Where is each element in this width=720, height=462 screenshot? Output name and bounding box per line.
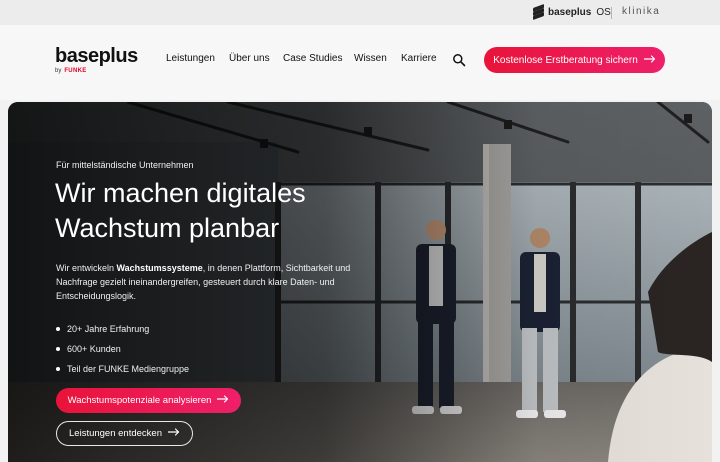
bullet-text: Teil der FUNKE Mediengruppe <box>67 364 190 374</box>
hero-headline: Wir machen digitales Wachstum planbar <box>55 176 375 246</box>
logo-funke: FUNKE <box>64 68 87 74</box>
bullet-text: 600+ Kunden <box>67 344 121 354</box>
bullet-dot-icon <box>56 347 60 351</box>
baseplus-logo[interactable]: baseplus by FUNKE <box>55 46 138 74</box>
nav-link-ueber-uns[interactable]: Über uns <box>229 53 270 64</box>
consultation-cta-button[interactable]: Kostenlose Erstberatung sichern <box>484 47 665 73</box>
bullet-dot-icon <box>56 327 60 331</box>
layers-icon <box>533 3 544 21</box>
nav-link-leistungen[interactable]: Leistungen <box>166 53 215 64</box>
klinika-label: klinika <box>622 6 661 17</box>
hero-bullet-list: 20+ Jahre Erfahrung 600+ Kunden Teil der… <box>56 319 189 379</box>
list-item: 20+ Jahre Erfahrung <box>56 319 189 339</box>
klinika-link[interactable]: klinika <box>622 6 660 17</box>
baseplus-os-suffix: OS <box>596 6 611 18</box>
hero-description-bold: Wachstumssysteme <box>116 263 203 273</box>
baseplus-os-label: baseplus <box>548 6 592 18</box>
arrow-right-icon <box>643 54 656 66</box>
nav-link-karriere[interactable]: Karriere <box>401 53 437 64</box>
baseplus-os-link[interactable]: baseplus OS <box>533 3 611 21</box>
analyze-growth-label: Wachstumspotenziale analysieren <box>67 395 212 406</box>
arrow-right-icon <box>167 428 180 439</box>
logo-wordmark: baseplus <box>55 45 138 67</box>
nav-link-case-studies[interactable]: Case Studies <box>283 53 342 64</box>
top-utility-bar: baseplus OS klinika <box>0 0 720 25</box>
hero-description: Wir entwickeln Wachstumssysteme, in dene… <box>56 261 356 303</box>
hero-headline-line1: Wir machen digitales <box>55 178 306 208</box>
search-icon[interactable] <box>452 53 466 67</box>
hero-section: Für mittelständische Unternehmen Wir mac… <box>8 102 712 462</box>
arrow-right-icon <box>216 395 229 406</box>
hero-description-start: Wir entwickeln <box>56 263 117 273</box>
discover-services-label: Leistungen entdecken <box>69 428 162 439</box>
nav-link-wissen[interactable]: Wissen <box>354 53 387 64</box>
consultation-cta-label: Kostenlose Erstberatung sichern <box>493 54 638 66</box>
main-navigation: baseplus by FUNKE Leistungen Über uns Ca… <box>0 25 720 100</box>
logo-byline: by FUNKE <box>55 68 138 74</box>
hero-headline-line2: Wachstum planbar <box>55 213 280 243</box>
topbar-divider <box>611 7 612 19</box>
logo-by: by <box>55 68 62 74</box>
bullet-text: 20+ Jahre Erfahrung <box>67 324 150 334</box>
analyze-growth-button[interactable]: Wachstumspotenziale analysieren <box>56 388 241 413</box>
bullet-dot-icon <box>56 367 60 371</box>
discover-services-button[interactable]: Leistungen entdecken <box>56 421 193 446</box>
list-item: Teil der FUNKE Mediengruppe <box>56 359 189 379</box>
hero-eyebrow: Für mittelständische Unternehmen <box>56 160 194 170</box>
list-item: 600+ Kunden <box>56 339 189 359</box>
